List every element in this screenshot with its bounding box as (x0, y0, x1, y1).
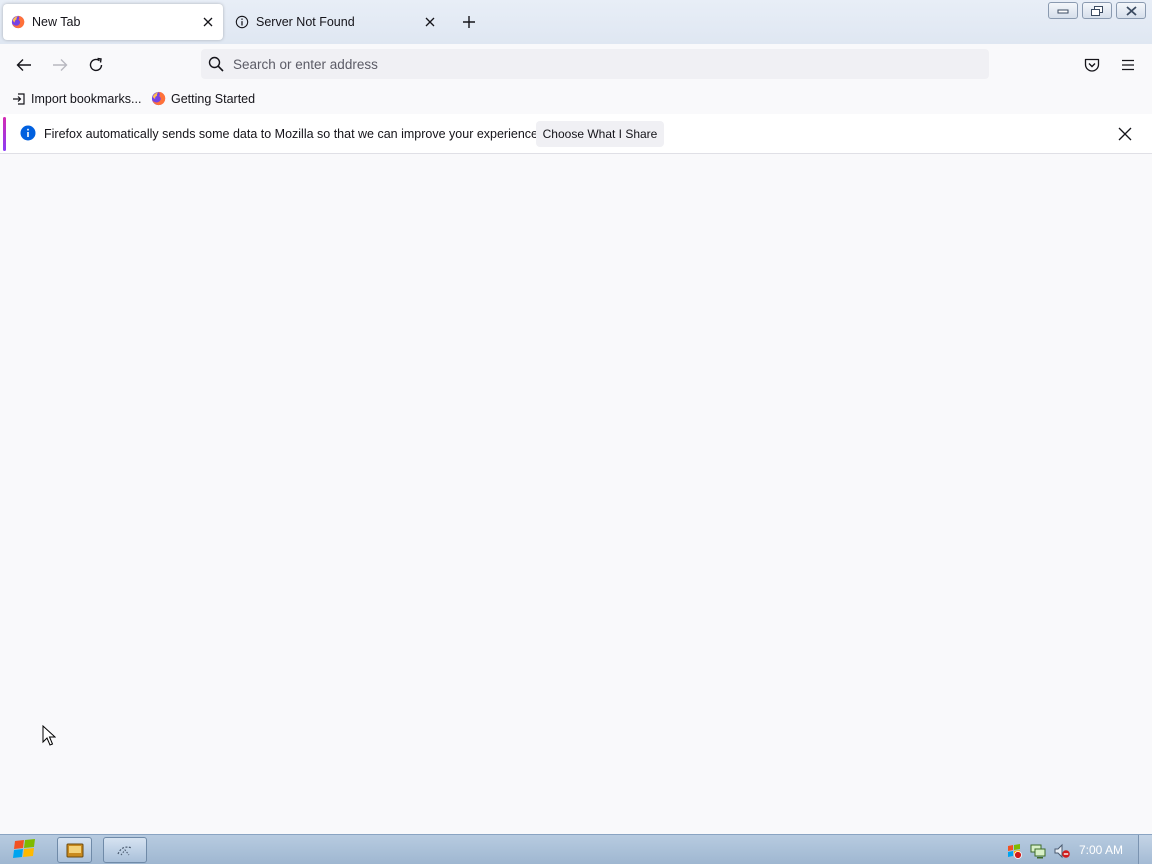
pocket-button[interactable] (1079, 52, 1105, 78)
volume-muted-icon[interactable] (1054, 843, 1070, 859)
minimize-button[interactable] (1048, 2, 1078, 19)
pocket-icon (1084, 58, 1100, 72)
close-icon (1118, 127, 1132, 141)
plus-icon (463, 16, 475, 28)
show-desktop-button[interactable] (1138, 835, 1152, 864)
tab-title: Server Not Found (256, 15, 355, 29)
mouse-cursor-icon (42, 725, 56, 746)
tab-strip: New Tab Server Not Found (0, 0, 1152, 44)
application-icon (117, 846, 133, 856)
back-button[interactable] (11, 52, 37, 78)
taskbar-explorer-button[interactable] (57, 837, 92, 863)
windows-logo-icon (13, 839, 35, 858)
action-center-flag-icon[interactable] (1006, 843, 1022, 859)
import-icon (13, 92, 25, 105)
restore-button[interactable] (1082, 2, 1112, 19)
reload-button[interactable] (83, 52, 109, 78)
page-content (0, 155, 1152, 834)
data-collection-notification: Firefox automatically sends some data to… (0, 114, 1152, 154)
firefox-icon (11, 15, 25, 29)
close-icon (1125, 5, 1137, 16)
tab-new-tab[interactable]: New Tab (3, 4, 223, 40)
window-controls (1048, 2, 1146, 19)
hamburger-menu-icon (1122, 59, 1134, 71)
back-arrow-icon (16, 59, 31, 71)
tab-server-not-found[interactable]: Server Not Found (227, 4, 445, 40)
restore-icon (1091, 5, 1103, 16)
close-window-button[interactable] (1116, 2, 1146, 19)
forward-button[interactable] (47, 52, 73, 78)
close-icon (425, 17, 435, 27)
start-button[interactable] (12, 838, 42, 862)
close-icon (203, 17, 213, 27)
network-icon[interactable] (1030, 843, 1046, 859)
choose-what-i-share-button[interactable]: Choose What I Share (536, 121, 664, 147)
system-tray: 7:00 AM (982, 835, 1152, 864)
taskbar-firefox-button[interactable] (103, 837, 147, 863)
folder-icon (66, 843, 83, 858)
close-tab-button[interactable] (421, 13, 439, 31)
bookmark-label: Getting Started (171, 91, 256, 106)
notification-message: Firefox automatically sends some data to… (44, 127, 542, 141)
new-tab-button[interactable] (460, 13, 478, 31)
forward-arrow-icon (53, 59, 68, 71)
reload-icon (89, 57, 103, 72)
navigation-toolbar (0, 44, 1152, 84)
close-tab-button[interactable] (199, 13, 217, 31)
tab-title: New Tab (32, 15, 81, 29)
info-icon (20, 125, 36, 141)
minimize-icon (1057, 9, 1069, 13)
info-icon (235, 15, 249, 29)
firefox-icon (151, 91, 166, 106)
bookmark-label: Import bookmarks... (31, 91, 142, 106)
bookmarks-toolbar: Import bookmarks... Getting Started (0, 84, 1152, 112)
taskbar: 7:00 AM (0, 834, 1152, 864)
close-notification-button[interactable] (1115, 124, 1135, 144)
address-input[interactable] (233, 54, 973, 74)
taskbar-clock[interactable]: 7:00 AM (1079, 843, 1123, 857)
bookmark-getting-started[interactable]: Getting Started (151, 90, 255, 107)
notification-accent (3, 117, 6, 151)
search-icon (208, 56, 224, 72)
menu-button[interactable] (1115, 52, 1141, 78)
bookmark-import[interactable]: Import bookmarks... (12, 90, 141, 107)
address-bar[interactable] (201, 49, 989, 79)
